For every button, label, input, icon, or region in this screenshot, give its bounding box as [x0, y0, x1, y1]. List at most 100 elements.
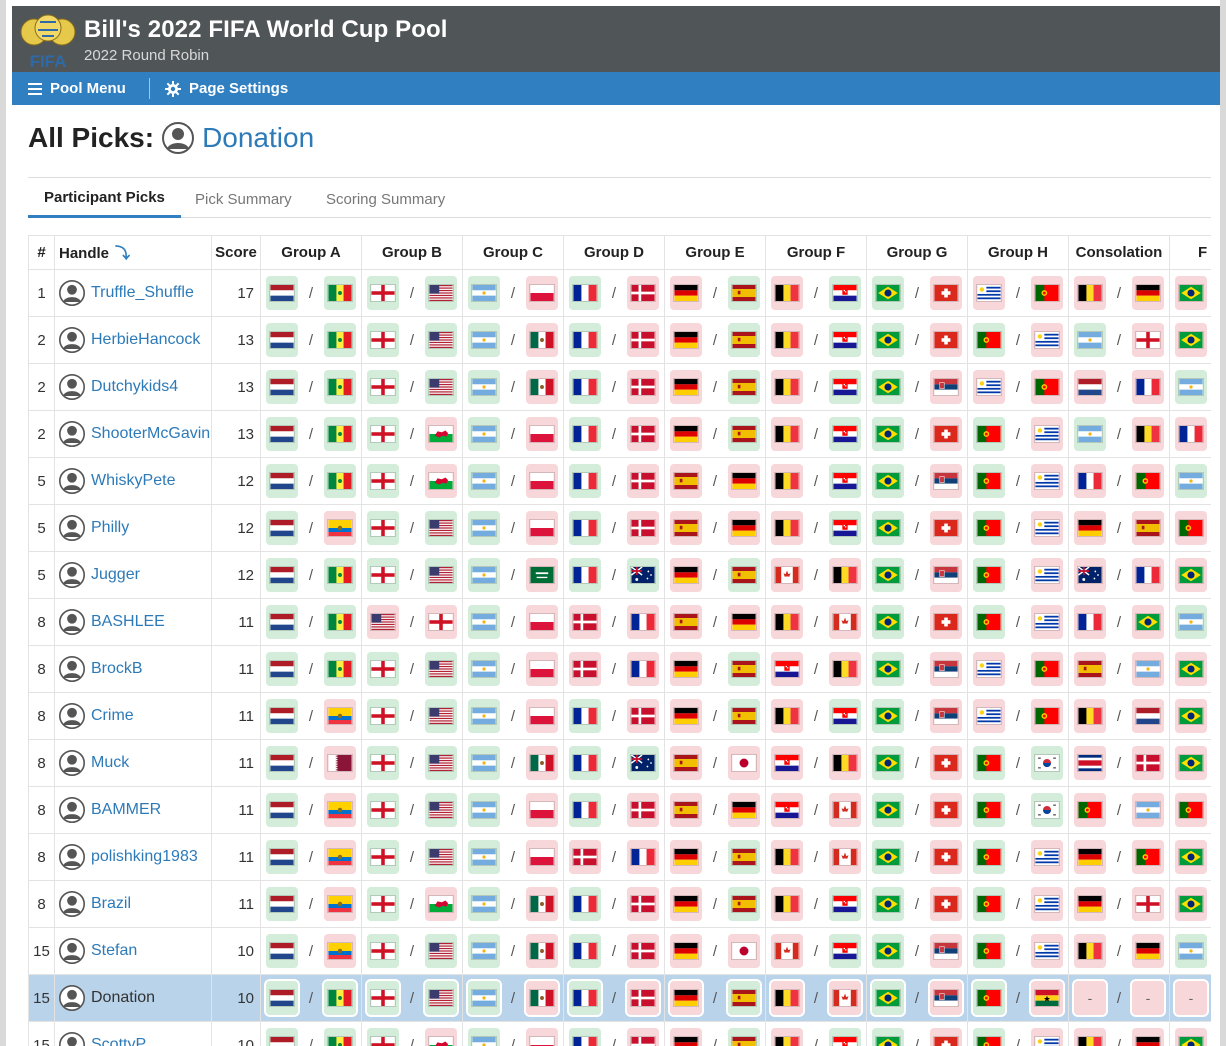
- pick-cell[interactable]: [1074, 464, 1106, 498]
- pick-cell[interactable]: [670, 699, 702, 733]
- pick-cell[interactable]: [1074, 558, 1106, 592]
- pick-cell[interactable]: [930, 370, 962, 404]
- pick-cell[interactable]: [324, 417, 356, 451]
- pick-cell[interactable]: [526, 511, 558, 545]
- pick-cell[interactable]: [468, 699, 500, 733]
- pick-cell[interactable]: -: [1072, 979, 1108, 1017]
- pick-cell[interactable]: [627, 840, 659, 874]
- pick-cell[interactable]: [1031, 464, 1063, 498]
- participant-link[interactable]: WhiskyPete: [91, 472, 175, 490]
- pick-cell[interactable]: [1031, 699, 1063, 733]
- pick-cell[interactable]: [829, 934, 861, 968]
- pick-cell[interactable]: [1074, 605, 1106, 639]
- participant-link[interactable]: Dutchykids4: [91, 378, 178, 396]
- pick-cell[interactable]: [1074, 370, 1106, 404]
- tab-scoring-summary[interactable]: Scoring Summary: [310, 180, 461, 218]
- pick-cell[interactable]: [627, 323, 659, 357]
- pick-cell[interactable]: [627, 1028, 659, 1046]
- pick-cell[interactable]: [930, 558, 962, 592]
- pick-cell[interactable]: [930, 464, 962, 498]
- pick-cell[interactable]: [1132, 746, 1164, 780]
- pick-cell[interactable]: [1074, 793, 1106, 827]
- pick-cell[interactable]: [670, 511, 702, 545]
- pick-cell[interactable]: [569, 746, 601, 780]
- pick-cell[interactable]: [266, 276, 298, 310]
- pick-cell[interactable]: [973, 417, 1005, 451]
- pick-cell[interactable]: [625, 979, 661, 1017]
- pick-cell[interactable]: [872, 887, 904, 921]
- pick-cell[interactable]: [567, 979, 603, 1017]
- tab-pick-summary[interactable]: Pick Summary: [179, 180, 308, 218]
- pick-cell[interactable]: [1031, 887, 1063, 921]
- pick-cell[interactable]: [973, 887, 1005, 921]
- pick-cell[interactable]: [829, 840, 861, 874]
- pick-cell[interactable]: [264, 979, 300, 1017]
- pick-cell[interactable]: [1031, 417, 1063, 451]
- pick-cell[interactable]: [425, 934, 457, 968]
- pick-cell[interactable]: [627, 699, 659, 733]
- pick-cell[interactable]: [425, 323, 457, 357]
- pick-cell[interactable]: [627, 558, 659, 592]
- pick-cell[interactable]: [367, 699, 399, 733]
- pick-cell[interactable]: [468, 887, 500, 921]
- pick-cell[interactable]: [266, 464, 298, 498]
- pick-cell[interactable]: [1132, 605, 1164, 639]
- pick-cell[interactable]: [1074, 1028, 1106, 1046]
- pick-cell[interactable]: [324, 887, 356, 921]
- pick-cell[interactable]: [771, 840, 803, 874]
- pick-cell[interactable]: [468, 558, 500, 592]
- pick-cell[interactable]: [1031, 323, 1063, 357]
- pick-cell[interactable]: [627, 511, 659, 545]
- pick-cell[interactable]: [670, 370, 702, 404]
- pick-cell[interactable]: [829, 652, 861, 686]
- pick-cell[interactable]: [728, 511, 760, 545]
- pick-cell[interactable]: [367, 934, 399, 968]
- pick-cell[interactable]: [771, 652, 803, 686]
- participant-link[interactable]: Jugger: [91, 566, 140, 584]
- tab-participant-picks[interactable]: Participant Picks: [28, 180, 181, 218]
- pick-cell[interactable]: [829, 417, 861, 451]
- pick-cell[interactable]: [728, 652, 760, 686]
- pick-cell[interactable]: [266, 558, 298, 592]
- pick-cell[interactable]: [468, 417, 500, 451]
- pick-cell[interactable]: [1132, 840, 1164, 874]
- pick-cell[interactable]: [930, 652, 962, 686]
- pick-cell[interactable]: [728, 276, 760, 310]
- pick-cell[interactable]: [872, 699, 904, 733]
- participant-link[interactable]: Stefan: [91, 942, 137, 960]
- pick-cell[interactable]: [670, 746, 702, 780]
- pick-cell[interactable]: [468, 323, 500, 357]
- pick-cell[interactable]: [973, 323, 1005, 357]
- pick-cell[interactable]: [526, 558, 558, 592]
- pick-cell[interactable]: [425, 1028, 457, 1046]
- pick-cell[interactable]: [1031, 370, 1063, 404]
- pick-cell[interactable]: [728, 370, 760, 404]
- pick-cell[interactable]: [728, 699, 760, 733]
- pick-cell[interactable]: [973, 464, 1005, 498]
- pick-cell[interactable]: [627, 652, 659, 686]
- pick-cell[interactable]: [973, 605, 1005, 639]
- pick-cell[interactable]: [670, 793, 702, 827]
- pick-cell[interactable]: [569, 417, 601, 451]
- pick-cell[interactable]: [569, 605, 601, 639]
- pick-cell[interactable]: [1074, 934, 1106, 968]
- pick-cell[interactable]: [423, 979, 459, 1017]
- pick-cell[interactable]: [1031, 793, 1063, 827]
- pick-cell[interactable]: [524, 979, 560, 1017]
- pick-cell[interactable]: [468, 1028, 500, 1046]
- pick-cell[interactable]: [1132, 276, 1164, 310]
- pick-cell[interactable]: [367, 605, 399, 639]
- pick-cell[interactable]: [324, 511, 356, 545]
- pick-cell[interactable]: [930, 746, 962, 780]
- pick-cell[interactable]: [324, 746, 356, 780]
- pick-cell[interactable]: [1074, 276, 1106, 310]
- pick-cell[interactable]: [1132, 417, 1164, 451]
- pick-cell[interactable]: [1175, 652, 1207, 686]
- pick-cell[interactable]: [670, 276, 702, 310]
- pick-cell[interactable]: [526, 699, 558, 733]
- pick-cell[interactable]: [1031, 746, 1063, 780]
- pick-cell[interactable]: [425, 464, 457, 498]
- pick-cell[interactable]: [872, 840, 904, 874]
- pick-cell[interactable]: [1175, 276, 1207, 310]
- pick-cell[interactable]: [971, 979, 1007, 1017]
